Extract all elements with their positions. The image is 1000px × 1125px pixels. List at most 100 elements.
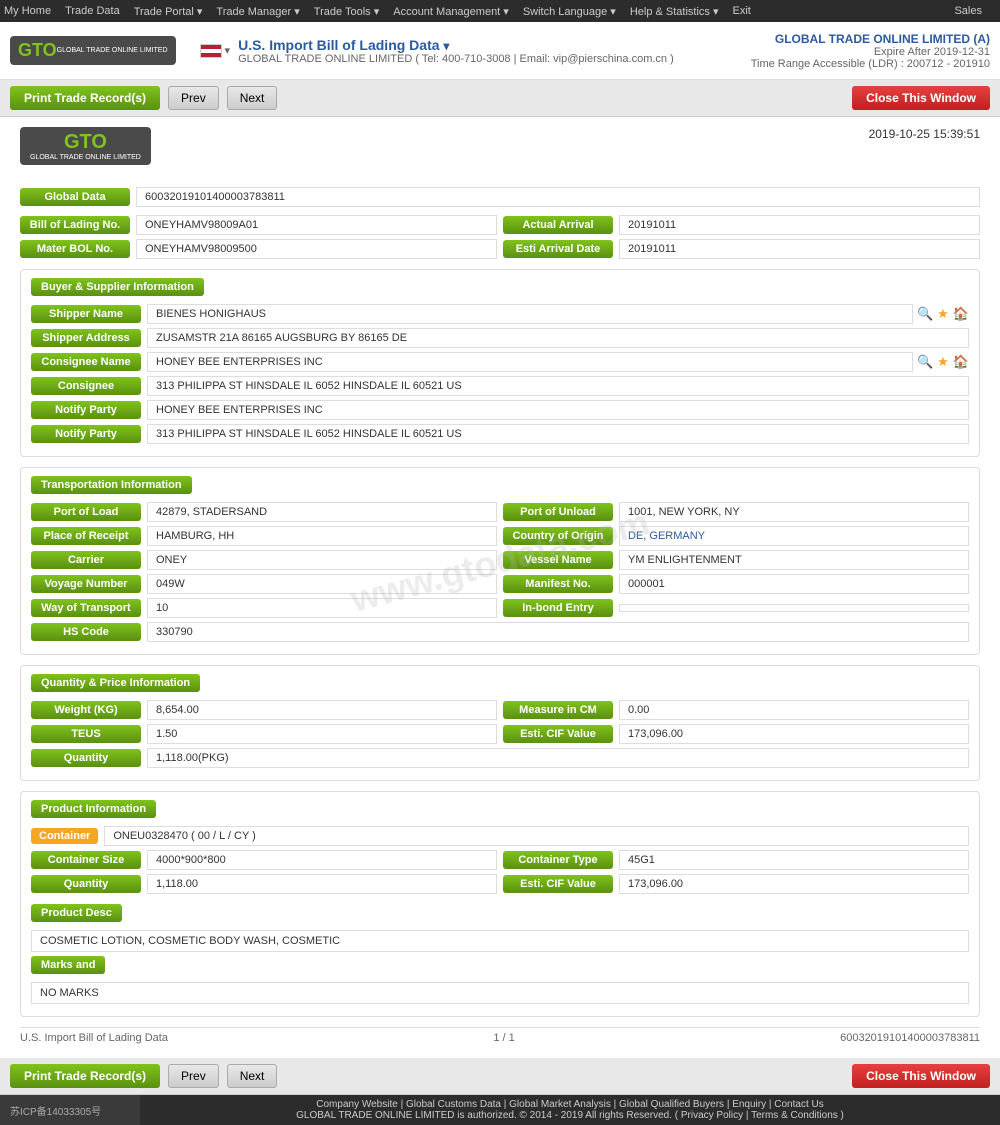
consignee-name-label: Consignee Name bbox=[31, 353, 141, 371]
print-button-top[interactable]: Print Trade Record(s) bbox=[10, 86, 160, 110]
prev-button-top[interactable]: Prev bbox=[168, 86, 219, 110]
consignee-star-icon[interactable]: ★ bbox=[937, 354, 949, 370]
prev-button-bottom[interactable]: Prev bbox=[168, 1064, 219, 1088]
footer-copyright: GLOBAL TRADE ONLINE LIMITED is authorize… bbox=[150, 1110, 990, 1121]
expire-info: Expire After 2019-12-31 bbox=[751, 46, 990, 58]
doc-footer-right: 60032019101400003783811 bbox=[840, 1032, 980, 1044]
port-load-value: 42879, STADERSAND bbox=[147, 502, 497, 522]
next-button-bottom[interactable]: Next bbox=[227, 1064, 278, 1088]
esti-cif2-value: 173,096.00 bbox=[619, 874, 969, 894]
esti-arrival-label: Esti Arrival Date bbox=[503, 240, 613, 258]
doc-logo-box: GTO GLOBAL TRADE ONLINE LIMITED bbox=[20, 127, 151, 165]
actual-arrival-label: Actual Arrival bbox=[503, 216, 613, 234]
header-subtitle: GLOBAL TRADE ONLINE LIMITED ( Tel: 400-7… bbox=[238, 53, 751, 65]
buyer-supplier-title: Buyer & Supplier Information bbox=[31, 278, 204, 296]
master-bol-col: Mater BOL No. ONEYHAMV98009500 bbox=[20, 239, 497, 259]
footer-main: Company Website | Global Customs Data | … bbox=[140, 1095, 1000, 1125]
teus-row: TEUS 1.50 Esti. CIF Value 173,096.00 bbox=[31, 724, 969, 744]
shipper-search-icon[interactable]: 🔍 bbox=[917, 306, 933, 322]
shipper-address-value: ZUSAMSTR 21A 86165 AUGSBURG BY 86165 DE bbox=[147, 328, 969, 348]
close-button-top[interactable]: Close This Window bbox=[852, 86, 990, 110]
shipper-address-label: Shipper Address bbox=[31, 329, 141, 347]
logo-gto: GTO bbox=[18, 40, 57, 61]
port-unload-value: 1001, NEW YORK, NY bbox=[619, 502, 969, 522]
shipper-address-row: Shipper Address ZUSAMSTR 21A 86165 AUGSB… bbox=[31, 328, 969, 348]
container-size-value: 4000*900*800 bbox=[147, 850, 497, 870]
actual-arrival-col: Actual Arrival 20191011 bbox=[503, 215, 980, 235]
consignee-icons: 🔍 ★ 🏠 bbox=[917, 354, 969, 370]
consignee-search-icon[interactable]: 🔍 bbox=[917, 354, 933, 370]
quantity2-label: Quantity bbox=[31, 875, 141, 893]
next-button-top[interactable]: Next bbox=[227, 86, 278, 110]
bol-row: Bill of Lading No. ONEYHAMV98009A01 Actu… bbox=[20, 215, 980, 235]
voyage-value: 049W bbox=[147, 574, 497, 594]
container-label: Container bbox=[31, 828, 98, 844]
nav-sales[interactable]: Sales bbox=[954, 5, 982, 17]
nav-exit[interactable]: Exit bbox=[732, 5, 750, 17]
place-receipt-value: HAMBURG, HH bbox=[147, 526, 497, 546]
notify-party-label: Notify Party bbox=[31, 401, 141, 419]
header-title-block: U.S. Import Bill of Lading Data ▾ GLOBAL… bbox=[238, 37, 751, 65]
way-transport-value: 10 bbox=[147, 598, 497, 618]
in-bond-label: In-bond Entry bbox=[503, 599, 613, 617]
close-button-bottom[interactable]: Close This Window bbox=[852, 1064, 990, 1088]
nav-help[interactable]: Help & Statistics ▾ bbox=[630, 5, 719, 18]
doc-logo-gto: GTO bbox=[64, 131, 107, 154]
product-desc-label: Product Desc bbox=[31, 904, 122, 922]
hs-code-label: HS Code bbox=[31, 623, 141, 641]
country-origin-value: DE, GERMANY bbox=[619, 526, 969, 546]
buyer-supplier-section: Buyer & Supplier Information Shipper Nam… bbox=[20, 269, 980, 457]
container-size-label: Container Size bbox=[31, 851, 141, 869]
nav-tradeportal[interactable]: Trade Portal ▾ bbox=[134, 5, 203, 18]
shipper-star-icon[interactable]: ★ bbox=[937, 306, 949, 322]
shipper-icons: 🔍 ★ 🏠 bbox=[917, 306, 969, 322]
nav-accountmgmt[interactable]: Account Management ▾ bbox=[393, 5, 509, 18]
container-type-value: 45G1 bbox=[619, 850, 969, 870]
shipper-name-value: BIENES HONIGHAUS bbox=[147, 304, 913, 324]
notify-party-value: HONEY BEE ENTERPRISES INC bbox=[147, 400, 969, 420]
carrier-value: ONEY bbox=[147, 550, 497, 570]
measure-cm-label: Measure in CM bbox=[503, 701, 613, 719]
shipper-home-icon[interactable]: 🏠 bbox=[953, 306, 969, 322]
icp-area: 苏ICP备14033305号 bbox=[0, 1095, 140, 1125]
doc-footer-left: U.S. Import Bill of Lading Data bbox=[20, 1032, 168, 1044]
global-data-row: Global Data 60032019101400003783811 bbox=[20, 187, 980, 207]
top-nav: My Home Trade Data Trade Portal ▾ Trade … bbox=[0, 0, 1000, 22]
time-range: Time Range Accessible (LDR) : 200712 - 2… bbox=[751, 58, 990, 70]
qty-price-section: Quantity & Price Information Weight (KG)… bbox=[20, 665, 980, 781]
nav-tradedata[interactable]: Trade Data bbox=[65, 5, 120, 17]
doc-timestamp: 2019-10-25 15:39:51 bbox=[869, 127, 980, 141]
hs-code-value: 330790 bbox=[147, 622, 969, 642]
nav-trademanager[interactable]: Trade Manager ▾ bbox=[216, 5, 299, 18]
print-button-bottom[interactable]: Print Trade Record(s) bbox=[10, 1064, 160, 1088]
consignee-home-icon[interactable]: 🏠 bbox=[953, 354, 969, 370]
carrier-row: Carrier ONEY Vessel Name YM ENLIGHTENMEN… bbox=[31, 550, 969, 570]
consignee-label: Consignee bbox=[31, 377, 141, 395]
logo-box: GTO GLOBAL TRADE ONLINE LIMITED bbox=[10, 36, 176, 65]
esti-cif-label: Esti. CIF Value bbox=[503, 725, 613, 743]
actual-arrival-value: 20191011 bbox=[619, 215, 980, 235]
quantity-value: 1,118.00(PKG) bbox=[147, 748, 969, 768]
flag-dropdown[interactable]: ▾ bbox=[225, 44, 231, 57]
quantity-label: Quantity bbox=[31, 749, 141, 767]
main-content: GTO GLOBAL TRADE ONLINE LIMITED 2019-10-… bbox=[0, 117, 1000, 1058]
transport-title: Transportation Information bbox=[31, 476, 192, 494]
bol-col: Bill of Lading No. ONEYHAMV98009A01 bbox=[20, 215, 497, 235]
place-receipt-row: Place of Receipt HAMBURG, HH Country of … bbox=[31, 526, 969, 546]
notify-party2-row: Notify Party 313 PHILIPPA ST HINSDALE IL… bbox=[31, 424, 969, 444]
notify-party2-label: Notify Party bbox=[31, 425, 141, 443]
nav-myhome[interactable]: My Home bbox=[4, 5, 51, 17]
consignee-row: Consignee 313 PHILIPPA ST HINSDALE IL 60… bbox=[31, 376, 969, 396]
nav-switchlang[interactable]: Switch Language ▾ bbox=[523, 5, 616, 18]
container-row: Container ONEU0328470 ( 00 / L / CY ) bbox=[31, 826, 969, 846]
nav-tradetools[interactable]: Trade Tools ▾ bbox=[314, 5, 379, 18]
qty-price-title: Quantity & Price Information bbox=[31, 674, 200, 692]
transport-section: Transportation Information www.gtodata.c… bbox=[20, 467, 980, 655]
us-flag-icon bbox=[200, 44, 222, 58]
notify-party-row: Notify Party HONEY BEE ENTERPRISES INC bbox=[31, 400, 969, 420]
esti-cif-value: 173,096.00 bbox=[619, 724, 969, 744]
in-bond-value bbox=[619, 604, 969, 612]
teus-label: TEUS bbox=[31, 725, 141, 743]
global-data-value: 60032019101400003783811 bbox=[136, 187, 980, 207]
vessel-name-label: Vessel Name bbox=[503, 551, 613, 569]
